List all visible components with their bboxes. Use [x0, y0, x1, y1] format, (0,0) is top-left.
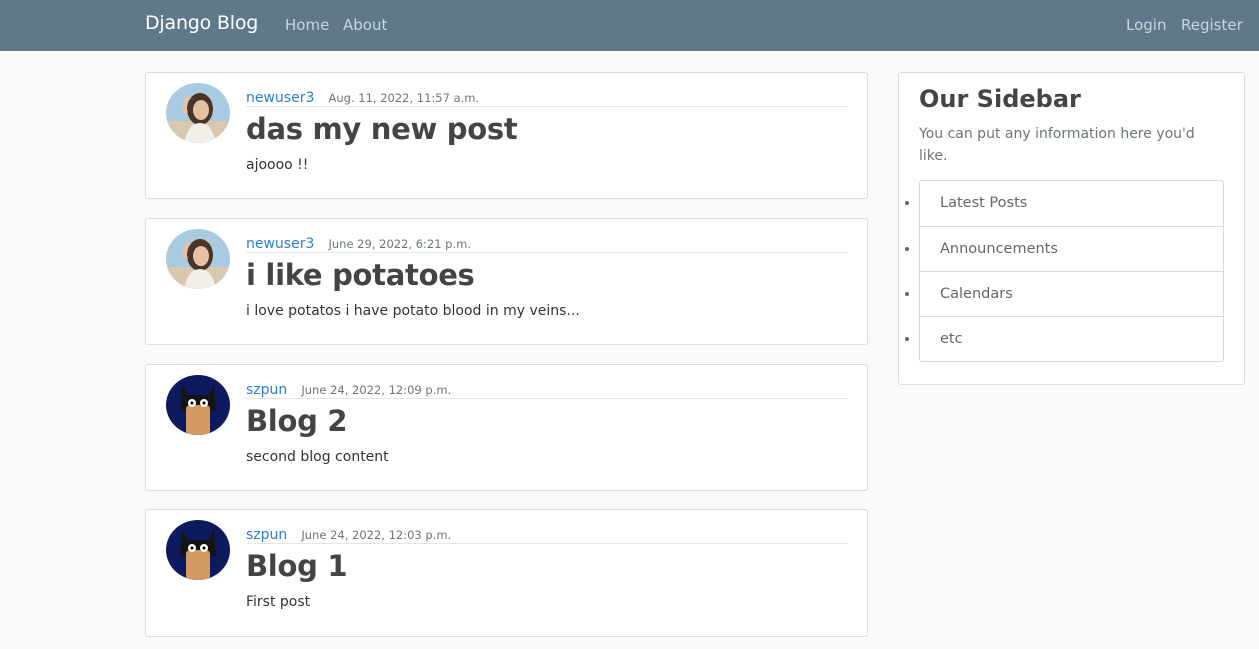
post-content: First post	[246, 594, 311, 610]
post-author-link[interactable]: szpun	[246, 527, 287, 543]
sidebar-list: Latest Posts Announcements Calendars etc	[919, 180, 1224, 362]
post-date: June 29, 2022, 6:21 p.m.	[328, 237, 471, 251]
woman-photo-avatar-icon	[166, 83, 230, 143]
post-title-link[interactable]: das my new post	[246, 112, 518, 146]
post-card: szpun June 24, 2022, 12:03 p.m. Blog 1 F…	[145, 509, 868, 637]
post-date: June 24, 2022, 12:09 p.m.	[301, 383, 452, 397]
post-content: ajoooo !!	[246, 157, 309, 173]
post-card: szpun June 24, 2022, 12:09 p.m. Blog 2 s…	[145, 364, 868, 491]
sidebar-item-announcements[interactable]: Announcements	[920, 226, 1223, 271]
sidebar: Our Sidebar You can put any information …	[898, 72, 1245, 385]
nav-login-link[interactable]: Login	[1126, 16, 1166, 34]
post-meta: szpun June 24, 2022, 12:09 p.m.	[246, 379, 848, 399]
nav-about-link[interactable]: About	[343, 16, 387, 34]
post-date: June 24, 2022, 12:03 p.m.	[301, 528, 452, 542]
post-content: second blog content	[246, 449, 389, 465]
sidebar-item-latest-posts[interactable]: Latest Posts	[920, 181, 1223, 226]
post-card: newuser3 Aug. 11, 2022, 11:57 a.m. das m…	[145, 72, 868, 199]
bat-mask-cartoon-avatar-icon	[166, 520, 230, 580]
woman-photo-avatar-icon	[166, 229, 230, 289]
post-author-link[interactable]: newuser3	[246, 90, 314, 106]
navbar: Django Blog Home About Login Register	[0, 0, 1259, 51]
author-avatar[interactable]	[166, 520, 230, 580]
post-meta: newuser3 Aug. 11, 2022, 11:57 a.m.	[246, 87, 848, 107]
post-meta: szpun June 24, 2022, 12:03 p.m.	[246, 524, 848, 544]
post-meta: newuser3 June 29, 2022, 6:21 p.m.	[246, 233, 848, 253]
nav-home-link[interactable]: Home	[285, 16, 329, 34]
post-author-link[interactable]: newuser3	[246, 236, 314, 252]
sidebar-title: Our Sidebar	[919, 85, 1081, 113]
post-title-link[interactable]: Blog 2	[246, 404, 348, 438]
sidebar-item-etc[interactable]: etc	[920, 316, 1223, 361]
post-title-link[interactable]: Blog 1	[246, 549, 348, 583]
sidebar-description: You can put any information here you'd l…	[919, 126, 1195, 164]
post-content: i love potatos i have potato blood in my…	[246, 303, 580, 319]
author-avatar[interactable]	[166, 83, 230, 143]
author-avatar[interactable]	[166, 229, 230, 289]
brand-logo-link[interactable]: Django Blog	[145, 12, 258, 34]
post-date: Aug. 11, 2022, 11:57 a.m.	[328, 91, 480, 105]
nav-register-link[interactable]: Register	[1181, 16, 1243, 34]
post-author-link[interactable]: szpun	[246, 382, 287, 398]
post-title-link[interactable]: i like potatoes	[246, 258, 475, 292]
sidebar-item-calendars[interactable]: Calendars	[920, 271, 1223, 316]
post-card: newuser3 June 29, 2022, 6:21 p.m. i like…	[145, 218, 868, 345]
bat-mask-cartoon-avatar-icon	[166, 375, 230, 435]
author-avatar[interactable]	[166, 375, 230, 435]
